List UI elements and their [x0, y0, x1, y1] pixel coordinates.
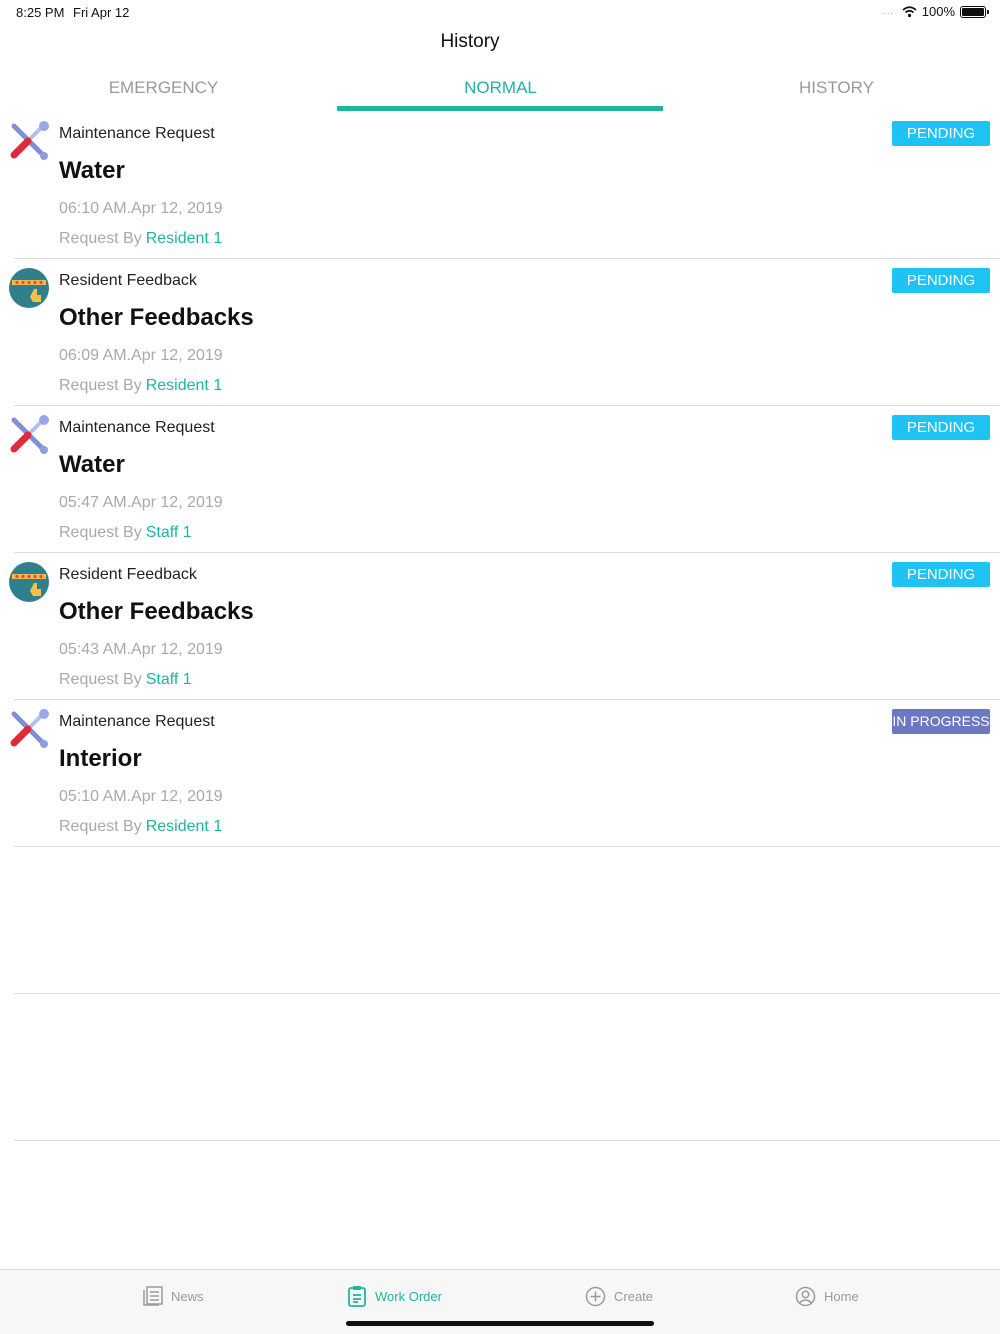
request-list: Maintenance Request Water 06:10 AM.Apr 1… [0, 112, 1000, 1141]
tools-icon [10, 121, 49, 160]
list-item[interactable]: Maintenance Request Water 05:47 AM.Apr 1… [10, 406, 1000, 553]
request-category: Resident Feedback [59, 566, 197, 583]
news-icon [143, 1286, 163, 1306]
tab-create-label: Create [614, 1288, 654, 1304]
requester-name: Resident 1 [145, 377, 223, 394]
status-badge: PENDING [892, 562, 990, 587]
tools-icon [10, 415, 49, 454]
empty-row [14, 847, 1000, 994]
request-category: Maintenance Request [59, 713, 215, 730]
request-title: Other Feedbacks [59, 304, 254, 331]
feedback-icon [9, 268, 49, 308]
status-time: 8:25 PM [16, 5, 65, 20]
tab-work-order[interactable]: Work Order [347, 1284, 442, 1308]
request-title: Water [59, 157, 125, 184]
status-indicators: .... 100% [881, 4, 989, 19]
request-title: Water [59, 451, 125, 478]
battery-percentage: 100% [921, 4, 955, 19]
list-item[interactable]: Resident Feedback Other Feedbacks 06:09 … [9, 259, 1000, 406]
request-by: Request By Resident 1 [59, 377, 222, 395]
list-item[interactable]: Maintenance Request Water 06:10 AM.Apr 1… [10, 112, 1000, 259]
status-badge: PENDING [892, 121, 990, 146]
tools-icon [10, 709, 49, 748]
status-date: Fri Apr 12 [73, 5, 130, 20]
request-time: 05:10 AM.Apr 12, 2019 [59, 788, 223, 805]
request-category: Maintenance Request [59, 419, 215, 436]
request-by: Request By Resident 1 [59, 818, 222, 836]
home-indicator[interactable] [346, 1321, 654, 1326]
request-time: 05:47 AM.Apr 12, 2019 [59, 494, 223, 511]
requester-name: Staff 1 [145, 524, 192, 541]
request-by-label: Request By [59, 818, 142, 835]
request-title: Interior [59, 745, 142, 772]
request-time: 06:10 AM.Apr 12, 2019 [59, 200, 223, 217]
status-badge: IN PROGRESS [892, 709, 990, 734]
tab-news-label: News [171, 1288, 204, 1304]
request-time: 05:43 AM.Apr 12, 2019 [59, 641, 223, 658]
user-circle-icon [795, 1286, 816, 1306]
request-category: Resident Feedback [59, 272, 197, 289]
request-by-label: Request By [59, 524, 142, 541]
request-by-label: Request By [59, 377, 142, 394]
request-category: Maintenance Request [59, 125, 215, 142]
requester-name: Resident 1 [145, 818, 223, 835]
signal-icon: .... [881, 6, 893, 17]
request-by-label: Request By [59, 671, 142, 688]
status-badge: PENDING [892, 415, 990, 440]
wifi-icon [902, 5, 917, 17]
request-by-label: Request By [59, 230, 142, 247]
requester-name: Resident 1 [145, 230, 223, 247]
empty-row [14, 994, 1000, 1141]
status-badge: PENDING [892, 268, 990, 293]
list-item[interactable]: Resident Feedback Other Feedbacks 05:43 … [9, 553, 1000, 700]
feedback-icon [9, 562, 49, 602]
request-by: Request By Staff 1 [59, 671, 192, 689]
request-by: Request By Staff 1 [59, 524, 192, 542]
tab-work-order-label: Work Order [375, 1288, 442, 1304]
request-by: Request By Resident 1 [59, 230, 222, 248]
page-title: History [440, 31, 500, 52]
tab-history[interactable]: HISTORY [673, 70, 1000, 112]
request-title: Other Feedbacks [59, 598, 254, 625]
battery-icon [960, 5, 989, 18]
tab-emergency[interactable]: EMERGENCY [0, 70, 327, 112]
tab-home-label: Home [824, 1288, 859, 1304]
tab-news[interactable]: News [143, 1284, 204, 1308]
active-tab-indicator [337, 106, 663, 111]
clipboard-icon [348, 1286, 366, 1307]
list-item[interactable]: Maintenance Request Interior 05:10 AM.Ap… [10, 700, 1000, 847]
plus-circle-icon [585, 1286, 606, 1306]
tab-home[interactable]: Home [795, 1284, 859, 1308]
status-bar: 8:25 PM Fri Apr 12 .... 100% [0, 0, 1000, 24]
requester-name: Staff 1 [145, 671, 192, 688]
tab-create[interactable]: Create [585, 1284, 653, 1308]
request-time: 06:09 AM.Apr 12, 2019 [59, 347, 223, 364]
